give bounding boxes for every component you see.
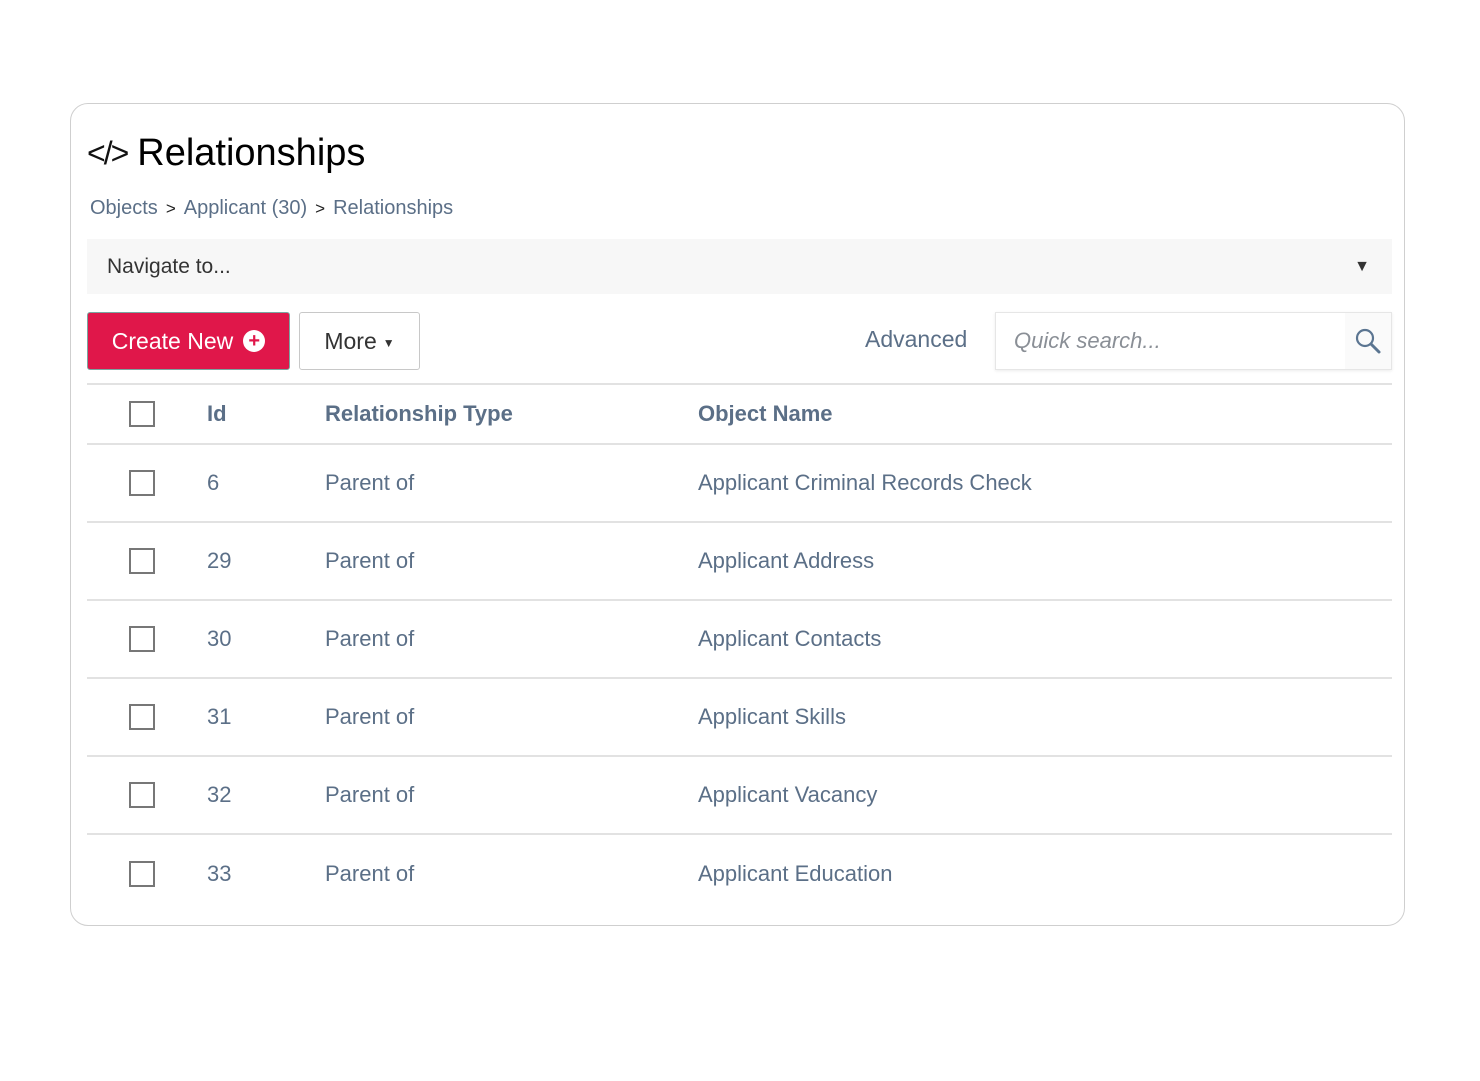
breadcrumb-separator: > [165,198,176,218]
select-all-checkbox[interactable] [129,401,155,427]
column-header-relationship-type[interactable]: Relationship Type [325,401,513,427]
row-checkbox[interactable] [129,782,155,808]
table-row[interactable]: 31 Parent of Applicant Skills [87,679,1392,757]
table-row[interactable]: 32 Parent of Applicant Vacancy [87,757,1392,835]
cell-object-name[interactable]: Applicant Education [698,861,892,887]
cell-relationship-type: Parent of [325,861,415,886]
column-header-object-name[interactable]: Object Name [698,401,833,427]
cell-id: 32 [207,782,232,807]
page-title: Relationships [137,132,366,174]
row-checkbox[interactable] [129,470,155,496]
cell-relationship-type: Parent of [325,626,415,651]
cell-relationship-type: Parent of [325,470,415,495]
cell-id: 6 [207,470,220,495]
cell-relationship-type: Parent of [325,548,415,573]
quick-search-input[interactable] [996,313,1345,369]
create-new-button[interactable]: Create New + [87,312,290,370]
search-icon [1355,328,1381,354]
cell-id: 29 [207,548,232,573]
code-icon: </> [87,135,129,171]
more-dropdown-button[interactable]: More ▼ [299,312,420,370]
breadcrumb: Objects > Applicant (30) > Relationships [90,197,453,220]
cell-object-name[interactable]: Applicant Address [698,548,874,574]
cell-object-name[interactable]: Applicant Criminal Records Check [698,470,1032,496]
row-checkbox[interactable] [129,861,155,887]
navigate-to-label: Navigate to... [107,254,231,278]
row-checkbox[interactable] [129,626,155,652]
cell-id: 33 [207,861,232,886]
table-row[interactable]: 6 Parent of Applicant Criminal Records Che… [87,445,1392,523]
cell-id: 30 [207,626,232,651]
caret-down-icon: ▼ [382,336,395,350]
page-header: </> Relationships [87,132,365,175]
navigate-to-select[interactable]: Navigate to... ▼ [87,239,1392,294]
cell-id: 31 [207,704,232,729]
cell-object-name[interactable]: Applicant Vacancy [698,782,877,808]
cell-relationship-type: Parent of [325,704,415,729]
table-row[interactable]: 30 Parent of Applicant Contacts [87,601,1392,679]
relationships-card: </> Relationships Objects > Applicant (3… [70,103,1405,926]
plus-circle-icon: + [243,330,266,352]
cell-object-name[interactable]: Applicant Contacts [698,626,881,652]
quick-search [995,312,1392,370]
table-header-row: Id Relationship Type Object Name [87,383,1392,445]
more-label: More [324,327,377,354]
row-checkbox[interactable] [129,548,155,574]
advanced-search-link[interactable]: Advanced [865,326,967,353]
breadcrumb-objects[interactable]: Objects [90,197,158,220]
table-row[interactable]: 29 Parent of Applicant Address [87,523,1392,601]
cell-object-name[interactable]: Applicant Skills [698,704,846,730]
breadcrumb-separator: > [315,198,326,218]
create-new-label: Create New [111,327,234,354]
caret-down-icon: ▼ [1354,257,1370,275]
breadcrumb-applicant[interactable]: Applicant (30) [184,197,307,220]
cell-relationship-type: Parent of [325,782,415,807]
row-checkbox[interactable] [129,704,155,730]
breadcrumb-relationships[interactable]: Relationships [333,197,453,220]
column-header-id[interactable]: Id [207,401,227,427]
search-button[interactable] [1345,313,1391,369]
table-row[interactable]: 33 Parent of Applicant Education [87,835,1392,913]
relationships-table: Id Relationship Type Object Name 6 Parent… [87,383,1392,913]
